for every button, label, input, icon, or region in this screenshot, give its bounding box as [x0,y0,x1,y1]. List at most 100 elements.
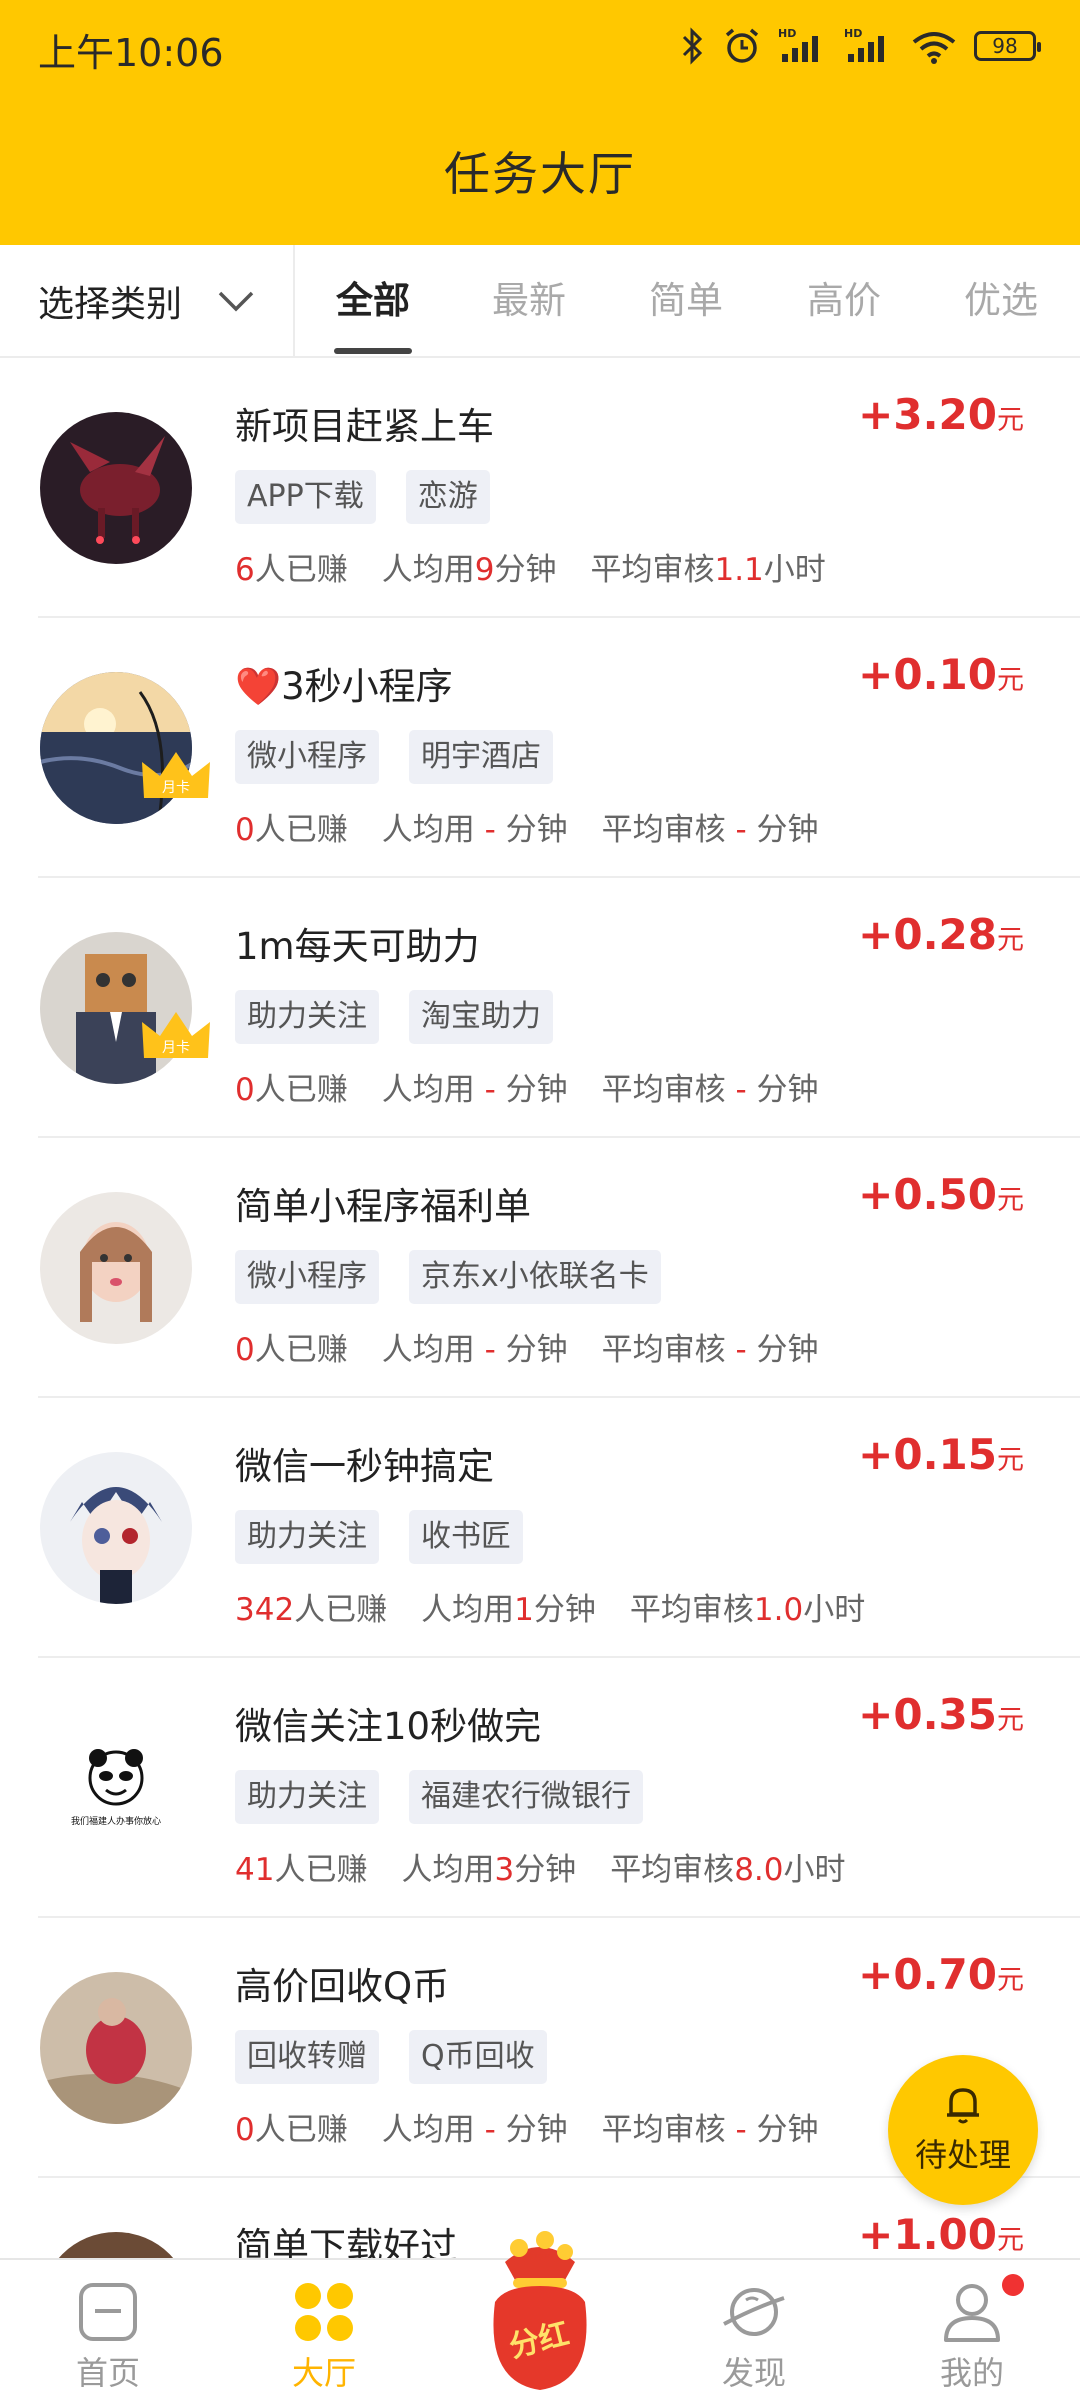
task-item[interactable]: 我们福建人办事你放心 微信关注10秒做完 +0.35元 助力关注 福建农行微银行… [0,1658,1080,1918]
task-tag: Q币回收 [409,2030,547,2084]
crown-badge-icon: 月卡 [142,752,210,798]
nav-home[interactable]: 首页 [38,2260,178,2400]
task-tag: 回收转赠 [235,2030,379,2084]
task-tag: 微小程序 [235,1250,379,1304]
user-icon [940,2278,1004,2346]
active-tab-indicator [334,348,412,354]
task-item[interactable]: 微信一秒钟搞定 +0.15元 助力关注 收书匠 342人已赚 人均用1分钟 平均… [0,1398,1080,1658]
task-title: 微信关注10秒做完 [235,1705,542,1748]
task-item[interactable]: 简单小程序福利单 +0.50元 微小程序 京东x小依联名卡 0人已赚 人均用 -… [0,1138,1080,1398]
task-reward: +0.10元 [858,650,1024,699]
page-title: 任务大厅 [444,147,636,201]
category-select[interactable]: 选择类别 [0,245,295,356]
task-tag: 收书匠 [409,1510,523,1564]
pending-button[interactable]: 待处理 [888,2055,1038,2205]
hall-icon [292,2278,356,2346]
status-icons: HD HD 98 [680,26,1041,66]
task-tag: 明宇酒店 [409,730,553,784]
task-stats: 6人已赚 人均用9分钟 平均审核1.1小时 [235,552,826,588]
task-tag: APP下载 [235,470,376,524]
nav-discover[interactable]: 发现 [684,2260,824,2400]
svg-text:我们福建人办事你放心: 我们福建人办事你放心 [71,1815,161,1827]
task-tags: 微小程序 明宇酒店 [235,730,553,784]
task-title: 1m每天可助力 [235,925,480,968]
dividend-bag-icon: 分红 [493,2231,587,2390]
task-reward: +0.28元 [858,910,1024,959]
task-tags: APP下载 恋游 [235,470,490,524]
signal-hd-icon: HD [778,27,818,62]
task-tags: 回收转赠 Q币回收 [235,2030,547,2084]
task-stats: 0人已赚 人均用 - 分钟 平均审核 - 分钟 [235,1332,819,1368]
avatar [40,1452,192,1604]
tab-high-price[interactable]: 高价 [789,245,899,356]
bell-icon [947,2088,979,2124]
tab-all[interactable]: 全部 [318,245,428,356]
svg-text:HD: HD [778,27,796,40]
tab-simple[interactable]: 简单 [631,245,741,356]
task-tag: 助力关注 [235,1770,379,1824]
nav-profile[interactable]: 我的 [902,2260,1042,2400]
task-title: ❤️3秒小程序 [235,665,453,708]
task-reward: +1.00元 [858,2210,1024,2259]
avatar [40,412,192,564]
bluetooth-icon [682,27,703,65]
task-tag: 淘宝助力 [409,990,553,1044]
task-reward: +0.15元 [858,1430,1024,1479]
wifi-icon [912,32,956,64]
svg-text:HD: HD [844,27,862,40]
signal-hd-icon: HD [844,27,884,62]
task-tags: 助力关注 福建农行微银行 [235,1770,643,1824]
task-stats: 342人已赚 人均用1分钟 平均审核1.0小时 [235,1592,866,1628]
task-title: 新项目赶紧上车 [235,405,494,448]
task-tag: 助力关注 [235,1510,379,1564]
task-tags: 助力关注 收书匠 [235,1510,523,1564]
task-item[interactable]: 月卡 1m每天可助力 +0.28元 助力关注 淘宝助力 0人已赚 人均用 - 分… [0,878,1080,1138]
nav-label: 发现 [721,2354,786,2392]
nav-hall[interactable]: 大厅 [254,2260,394,2400]
task-reward: +0.35元 [858,1690,1024,1739]
task-reward: +0.50元 [858,1170,1024,1219]
task-stats: 0人已赚 人均用 - 分钟 平均审核 - 分钟 [235,1072,819,1108]
task-tag: 京东x小依联名卡 [409,1250,661,1304]
avatar [40,1972,192,2124]
task-tag: 微小程序 [235,730,379,784]
planet-icon [720,2278,788,2346]
task-reward: +3.20元 [858,390,1024,439]
svg-text:月卡: 月卡 [162,780,190,796]
notification-dot [1002,2274,1024,2296]
alarm-icon [725,28,759,63]
task-stats: 41人已赚 人均用3分钟 平均审核8.0小时 [235,1852,846,1888]
task-item[interactable]: 月卡 ❤️3秒小程序 +0.10元 微小程序 明宇酒店 0人已赚 人均用 - 分… [0,618,1080,878]
nav-dividend[interactable]: 分红 [470,2231,610,2400]
category-select-label: 选择类别 [38,283,183,325]
task-tag: 助力关注 [235,990,379,1044]
app-header: 上午10:06 HD HD 98 任务大厅 [0,0,1080,245]
bottom-nav: 首页 大厅 分红 发现 我的 [0,2231,1080,2400]
task-item[interactable]: 新项目赶紧上车 +3.20元 APP下载 恋游 6人已赚 人均用9分钟 平均审核… [0,358,1080,618]
task-title: 简单小程序福利单 [235,1185,531,1228]
avatar [40,1192,192,1344]
task-tag: 福建农行微银行 [409,1770,643,1824]
pending-button-label: 待处理 [914,2136,1011,2174]
chevron-down-icon [218,291,254,311]
task-tags: 助力关注 淘宝助力 [235,990,553,1044]
nav-label: 我的 [939,2354,1004,2392]
svg-text:月卡: 月卡 [162,1040,190,1056]
battery-indicator: 98 [974,31,1041,61]
nav-label: 首页 [75,2354,140,2392]
status-time: 上午10:06 [38,31,224,75]
home-icon [77,2278,139,2346]
task-title: 高价回收Q币 [235,1965,450,2008]
crown-badge-icon: 月卡 [142,1012,210,1058]
task-reward: +0.70元 [858,1950,1024,1999]
task-stats: 0人已赚 人均用 - 分钟 平均审核 - 分钟 [235,812,819,848]
filter-bar: 选择类别 全部 最新 简单 高价 优选 [0,245,1080,358]
task-title: 微信一秒钟搞定 [235,1445,494,1488]
tab-latest[interactable]: 最新 [474,245,584,356]
task-stats: 0人已赚 人均用 - 分钟 平均审核 - 分钟 [235,2112,819,2148]
avatar: 我们福建人办事你放心 [40,1712,192,1864]
tab-featured[interactable]: 优选 [946,245,1056,356]
nav-label: 大厅 [291,2354,356,2392]
task-tag: 恋游 [405,470,490,524]
task-tags: 微小程序 京东x小依联名卡 [235,1250,661,1304]
